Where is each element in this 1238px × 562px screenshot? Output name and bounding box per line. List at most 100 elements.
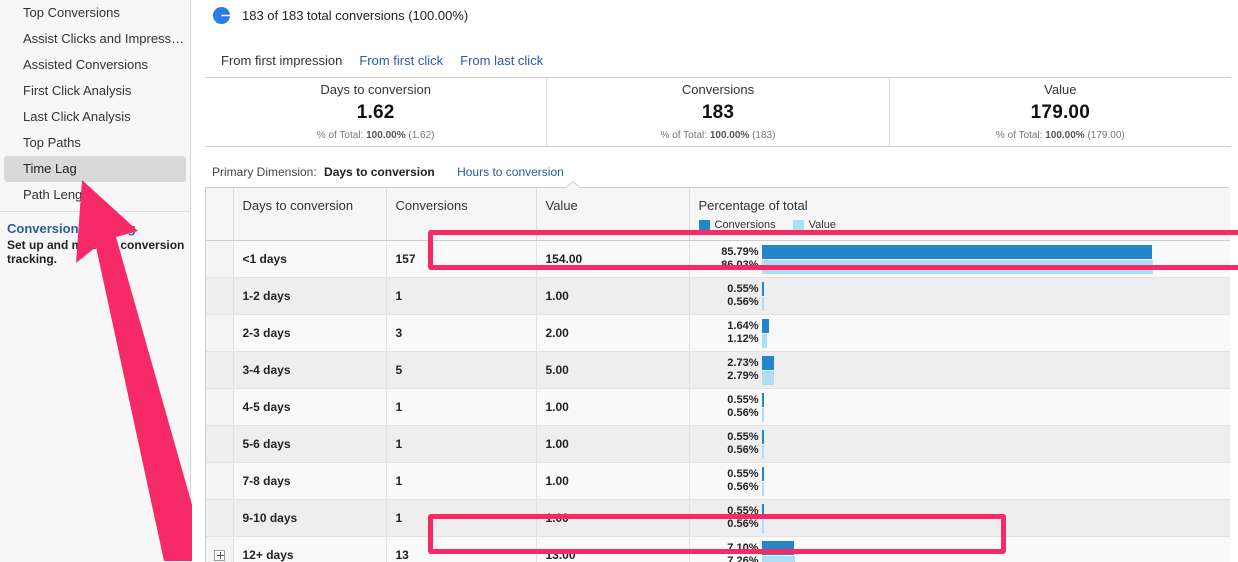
sidebar-item-first-click-analysis[interactable]: First Click Analysis: [4, 78, 186, 104]
percentage-labels: 2.73% 2.79%: [690, 357, 762, 383]
cell-dimension[interactable]: <1 days: [233, 240, 387, 278]
sidebar-item-assisted-conversions[interactable]: Assisted Conversions: [4, 52, 186, 78]
cell-dimension[interactable]: 12+ days: [233, 536, 387, 562]
summary-label: Value: [1044, 82, 1077, 97]
segment-link-from-first-impression[interactable]: From first impression: [221, 53, 342, 68]
cell-dimension[interactable]: 2-3 days: [233, 314, 387, 352]
sidebar-item-time-lag[interactable]: Time Lag: [4, 156, 186, 182]
percentage-labels: 0.55% 0.56%: [690, 431, 762, 457]
conversions-bar: [761, 318, 769, 333]
table-row[interactable]: 2-3 days 3 2.00 1.64% 1.12%: [206, 314, 1231, 352]
conversions-bar: [761, 392, 764, 407]
percentage-bars: [761, 281, 1231, 311]
expand-plus-icon[interactable]: [213, 550, 225, 562]
percentage-labels: 0.55% 0.56%: [690, 394, 762, 420]
conversions-percent-label: 7.10%: [727, 542, 759, 554]
promo-description: Set up and manage conversion tracking.: [7, 238, 185, 266]
row-expand-cell: [206, 388, 234, 426]
percentage-bars: [761, 540, 1231, 562]
row-expand-cell[interactable]: [206, 536, 234, 562]
cell-percentage-of-total: 85.79% 86.03%: [689, 240, 1230, 278]
conversions-percent-label: 0.55%: [727, 394, 759, 406]
cell-dimension[interactable]: 4-5 days: [233, 388, 387, 426]
value-percent-label: 0.56%: [727, 407, 759, 419]
summary-sub-suffix: (1.62): [408, 130, 435, 141]
sidebar-item-top-conversions[interactable]: Top Conversions: [4, 0, 186, 26]
table-header: Days to conversion Conversions Value Per…: [206, 188, 1230, 241]
table-row[interactable]: 3-4 days 5 5.00 2.73% 2.79%: [206, 351, 1230, 389]
row-expand-cell: [206, 314, 234, 352]
conversions-bar: [761, 466, 764, 481]
value-bar: [761, 444, 765, 459]
time-lag-report-screen: Top Conversions Assist Clicks and Impress…: [0, 0, 1238, 562]
cell-dimension[interactable]: 1-2 days: [233, 277, 387, 315]
table-row[interactable]: 4-5 days 1 1.00 0.55% 0.56%: [206, 388, 1231, 426]
cell-dimension[interactable]: 9-10 days: [233, 499, 387, 537]
header-dimension[interactable]: Days to conversion: [233, 188, 387, 241]
sidebar-item-path-length[interactable]: Path Length: [4, 182, 186, 208]
summary-sub-percent: 100.00%: [366, 130, 406, 141]
value-bar: [761, 333, 767, 348]
value-percent-label: 1.12%: [727, 333, 759, 345]
cell-percentage-of-total: 0.55% 0.56%: [689, 499, 1230, 537]
sidebar-divider: [0, 211, 190, 212]
row-expand-cell: [206, 351, 234, 389]
percentage-bar-group: 7.10% 7.26%: [690, 537, 1231, 562]
primary-dimension-alternative[interactable]: Hours to conversion: [457, 165, 564, 179]
conversions-percent-label: 85.79%: [721, 246, 759, 258]
row-expand-cell: [206, 240, 234, 278]
percentage-labels: 0.55% 0.56%: [690, 283, 762, 309]
sidebar-item-top-paths[interactable]: Top Paths: [4, 130, 186, 156]
primary-dimension-label: Primary Dimension:: [212, 165, 317, 179]
primary-dimension-current[interactable]: Days to conversion: [324, 165, 435, 179]
value-percent-label: 7.26%: [727, 555, 759, 562]
conversions-bar: [761, 281, 764, 296]
time-lag-table: Days to conversion Conversions Value Per…: [206, 188, 1230, 562]
summary-sub-suffix: (179.00): [1087, 130, 1125, 141]
percentage-bar-group: 1.64% 1.12%: [690, 315, 1231, 351]
cell-value: 2.00: [536, 314, 690, 352]
percentage-bar-group: 0.55% 0.56%: [690, 426, 1231, 462]
table-row[interactable]: 1-2 days 1 1.00 0.55% 0.56%: [206, 277, 1231, 315]
sidebar-item-last-click-analysis[interactable]: Last Click Analysis: [4, 104, 186, 130]
segment-link-from-last-click[interactable]: From last click: [460, 53, 543, 68]
percentage-bar-group: 0.55% 0.56%: [690, 389, 1231, 425]
summary-label: Conversions: [681, 82, 755, 97]
conversions-percent-label: 2.73%: [727, 357, 759, 369]
cell-dimension[interactable]: 7-8 days: [233, 462, 387, 500]
sidebar-item-assist-clicks-and-impress[interactable]: Assist Clicks and Impress…: [4, 26, 186, 52]
table-row[interactable]: <1 days 157 154.00 85.79% 86.03%: [206, 240, 1230, 278]
cell-conversions: 3: [386, 314, 537, 352]
header-value[interactable]: Value: [536, 188, 690, 241]
cell-percentage-of-total: 1.64% 1.12%: [689, 314, 1231, 352]
cell-dimension[interactable]: 5-6 days: [233, 425, 387, 463]
summary-percent-of-total: % of Total: 100.00% (183): [547, 130, 888, 141]
table-row[interactable]: 9-10 days 1 1.00 0.55% 0.56%: [206, 499, 1230, 537]
conversions-percent-label: 0.55%: [727, 431, 759, 443]
value-bar: [761, 296, 765, 311]
cell-value: 1.00: [536, 499, 690, 537]
header-percentage-of-total: Percentage of total Conversions Value: [689, 188, 1230, 241]
sidebar-nav-list: Top Conversions Assist Clicks and Impress…: [0, 0, 190, 208]
summary-label: Days to conversion: [320, 82, 431, 97]
summary-sub-suffix: (183): [752, 130, 776, 141]
cell-value: 154.00: [536, 240, 690, 278]
cell-value: 1.00: [536, 425, 690, 463]
header-conversions[interactable]: Conversions: [386, 188, 537, 241]
table-header-row: Days to conversion Conversions Value Per…: [206, 188, 1230, 241]
promo-title[interactable]: Conversion Tracking: [7, 221, 185, 237]
cell-value: 5.00: [536, 351, 690, 389]
conversions-summary-line: 183 of 183 total conversions (100.00%): [212, 4, 468, 26]
row-expand-cell: [206, 425, 234, 463]
main-content: 183 of 183 total conversions (100.00%) F…: [192, 0, 1238, 562]
value-bar: [761, 518, 765, 533]
value-bar: [761, 555, 795, 562]
value-bar: [761, 259, 1153, 274]
conversions-bar: [761, 244, 1152, 259]
segment-link-from-first-click[interactable]: From first click: [359, 53, 443, 68]
cell-dimension[interactable]: 3-4 days: [233, 351, 387, 389]
table-row[interactable]: 12+ days 13 13.00 7.10% 7.26%: [206, 536, 1231, 562]
table-row[interactable]: 7-8 days 1 1.00 0.55% 0.56%: [206, 462, 1230, 500]
table-row[interactable]: 5-6 days 1 1.00 0.55% 0.56%: [206, 425, 1231, 463]
summary-sub-prefix: % of Total:: [995, 130, 1043, 141]
